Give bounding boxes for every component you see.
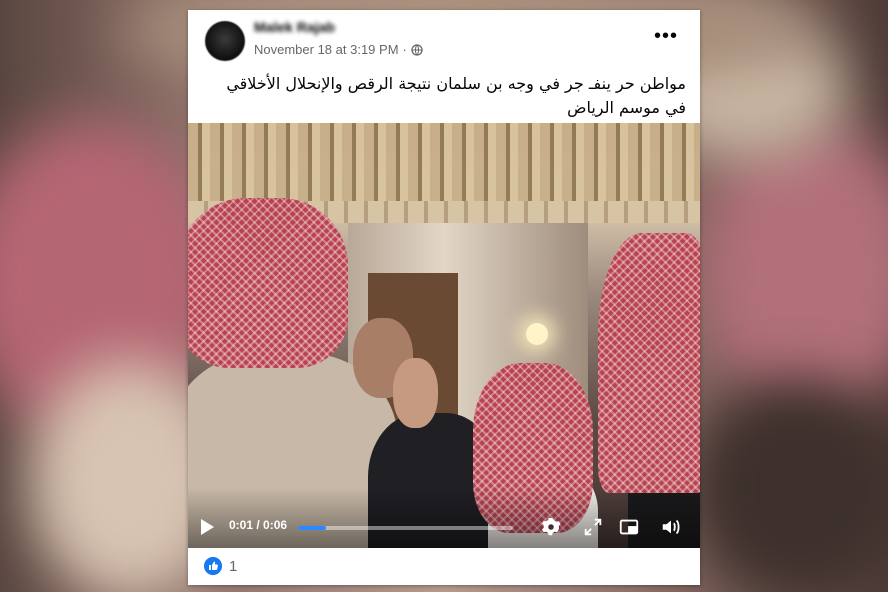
avatar[interactable]: [205, 21, 245, 61]
author-name[interactable]: Malek Rajab: [254, 19, 335, 35]
post-meta: November 18 at 3:19 PM ·: [254, 42, 423, 57]
volume-icon[interactable]: [660, 516, 682, 538]
meta-separator: ·: [402, 42, 407, 57]
reactions-bar: 1: [188, 548, 700, 585]
picture-in-picture-icon[interactable]: [618, 516, 640, 538]
video-player[interactable]: 0:01 / 0:06: [188, 123, 700, 548]
facebook-post-card: Malek Rajab November 18 at 3:19 PM · •••…: [188, 10, 700, 585]
post-header: Malek Rajab November 18 at 3:19 PM · •••: [188, 10, 700, 70]
post-caption: مواطن حر ينفـ جر في وجه بن سلمان نتيجة ا…: [226, 74, 686, 117]
like-count[interactable]: 1: [229, 558, 237, 575]
video-time: 0:01 / 0:06: [229, 518, 288, 532]
globe-icon: [411, 43, 423, 56]
like-thumb-icon[interactable]: [204, 557, 222, 575]
settings-gear-icon[interactable]: [540, 516, 562, 538]
video-progress-fill: [298, 526, 326, 530]
video-controls: 0:01 / 0:06: [188, 506, 700, 546]
video-progress-bar[interactable]: [298, 526, 513, 530]
post-timestamp[interactable]: November 18 at 3:19 PM: [254, 42, 399, 57]
play-icon[interactable]: [201, 519, 214, 535]
fullscreen-icon[interactable]: [582, 516, 604, 538]
more-icon[interactable]: •••: [654, 26, 678, 46]
